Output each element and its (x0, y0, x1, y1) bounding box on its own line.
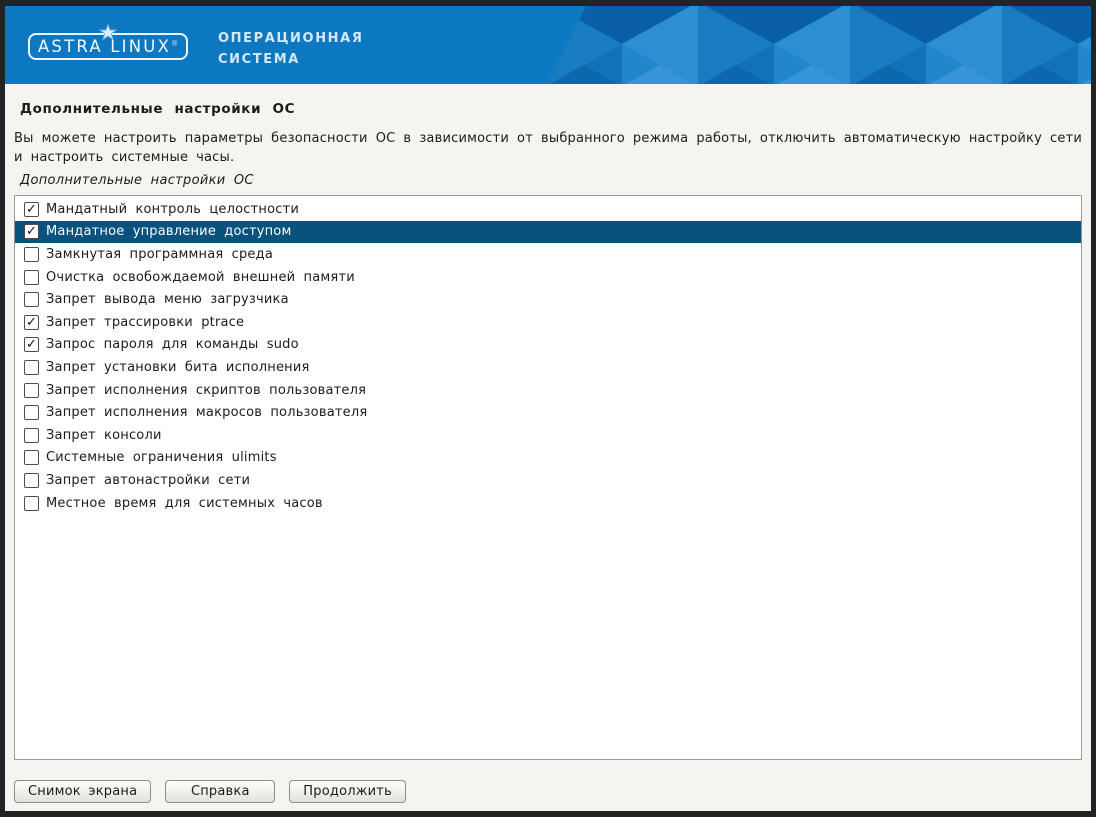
option-label: Очистка освобождаемой внешней памяти (46, 270, 355, 285)
checkbox-checked-icon[interactable]: ✓ (24, 315, 39, 330)
checkbox-checked-icon[interactable]: ✓ (24, 224, 39, 239)
option-label: Мандатный контроль целостности (46, 202, 299, 217)
option-row[interactable]: Очистка освобождаемой внешней памяти (15, 266, 1081, 289)
checkbox-unchecked-icon[interactable] (24, 270, 39, 285)
option-label: Запрет консоли (46, 428, 162, 443)
header-triangle-pattern (546, 6, 1091, 84)
page-description: Вы можете настроить параметры безопаснос… (14, 129, 1082, 167)
installer-window: ASTRA LINUX® ОПЕРАЦИОННАЯ СИСТЕМА Дополн… (5, 6, 1091, 811)
registered-mark: ® (171, 40, 178, 48)
checkbox-checked-icon[interactable]: ✓ (24, 337, 39, 352)
checkbox-unchecked-icon[interactable] (24, 383, 39, 398)
option-row[interactable]: Замкнутая программная среда (15, 243, 1081, 266)
option-row[interactable]: Запрет исполнения макросов пользователя (15, 401, 1081, 424)
option-label: Запрет исполнения скриптов пользователя (46, 383, 366, 398)
option-row[interactable]: Местное время для системных часов (15, 492, 1081, 515)
option-label: Местное время для системных часов (46, 496, 323, 511)
option-row[interactable]: Системные ограничения ulimits (15, 447, 1081, 470)
option-label: Запрет автонастройки сети (46, 473, 250, 488)
option-label: Запрет установки бита исполнения (46, 360, 310, 375)
option-label: Замкнутая программная среда (46, 247, 273, 262)
options-list[interactable]: ✓ Мандатный контроль целостности ✓ Мандатно… (14, 195, 1082, 760)
option-row[interactable]: Запрет автонастройки сети (15, 469, 1081, 492)
option-label: Запрет исполнения макросов пользователя (46, 405, 367, 420)
product-name: ОПЕРАЦИОННАЯ СИСТЕМА (218, 28, 363, 70)
checkbox-unchecked-icon[interactable] (24, 473, 39, 488)
option-row[interactable]: ✓ Запрет трассировки ptrace (15, 311, 1081, 334)
option-row[interactable]: Запрет вывода меню загрузчика (15, 288, 1081, 311)
checkbox-checked-icon[interactable]: ✓ (24, 202, 39, 217)
continue-button[interactable]: Продолжить (289, 780, 406, 803)
checkbox-unchecked-icon[interactable] (24, 450, 39, 465)
option-label: Запрет трассировки ptrace (46, 315, 244, 330)
option-label: Запрос пароля для команды sudo (46, 337, 299, 352)
option-row[interactable]: Запрет консоли (15, 424, 1081, 447)
checkbox-unchecked-icon[interactable] (24, 405, 39, 420)
page-title: Дополнительные настройки ОС (20, 101, 1082, 117)
help-button[interactable]: Справка (165, 780, 275, 803)
option-row[interactable]: Запрет исполнения скриптов пользователя (15, 379, 1081, 402)
option-label: Мандатное управление доступом (46, 224, 291, 239)
option-row[interactable]: ✓ Мандатное управление доступом (15, 221, 1081, 244)
option-label: Запрет вывода меню загрузчика (46, 292, 289, 307)
checkbox-unchecked-icon[interactable] (24, 496, 39, 511)
checkbox-unchecked-icon[interactable] (24, 247, 39, 262)
header-banner: ASTRA LINUX® ОПЕРАЦИОННАЯ СИСТЕМА (5, 6, 1091, 84)
option-label: Системные ограничения ulimits (46, 450, 277, 465)
content-area: Дополнительные настройки ОС Вы можете на… (5, 84, 1091, 811)
checkbox-unchecked-icon[interactable] (24, 292, 39, 307)
screenshot-button[interactable]: Снимок экрана (14, 780, 151, 803)
star-icon (100, 24, 117, 41)
checkbox-unchecked-icon[interactable] (24, 360, 39, 375)
checkbox-unchecked-icon[interactable] (24, 428, 39, 443)
options-group-label: Дополнительные настройки ОС (20, 173, 1082, 188)
option-row[interactable]: ✓ Запрос пароля для команды sudo (15, 334, 1081, 357)
option-row[interactable]: ✓ Мандатный контроль целостности (15, 198, 1081, 221)
astra-linux-logo: ASTRA LINUX® (28, 33, 188, 60)
footer-bar: Снимок экрана Справка Продолжить (14, 780, 1082, 811)
option-row[interactable]: Запрет установки бита исполнения (15, 356, 1081, 379)
